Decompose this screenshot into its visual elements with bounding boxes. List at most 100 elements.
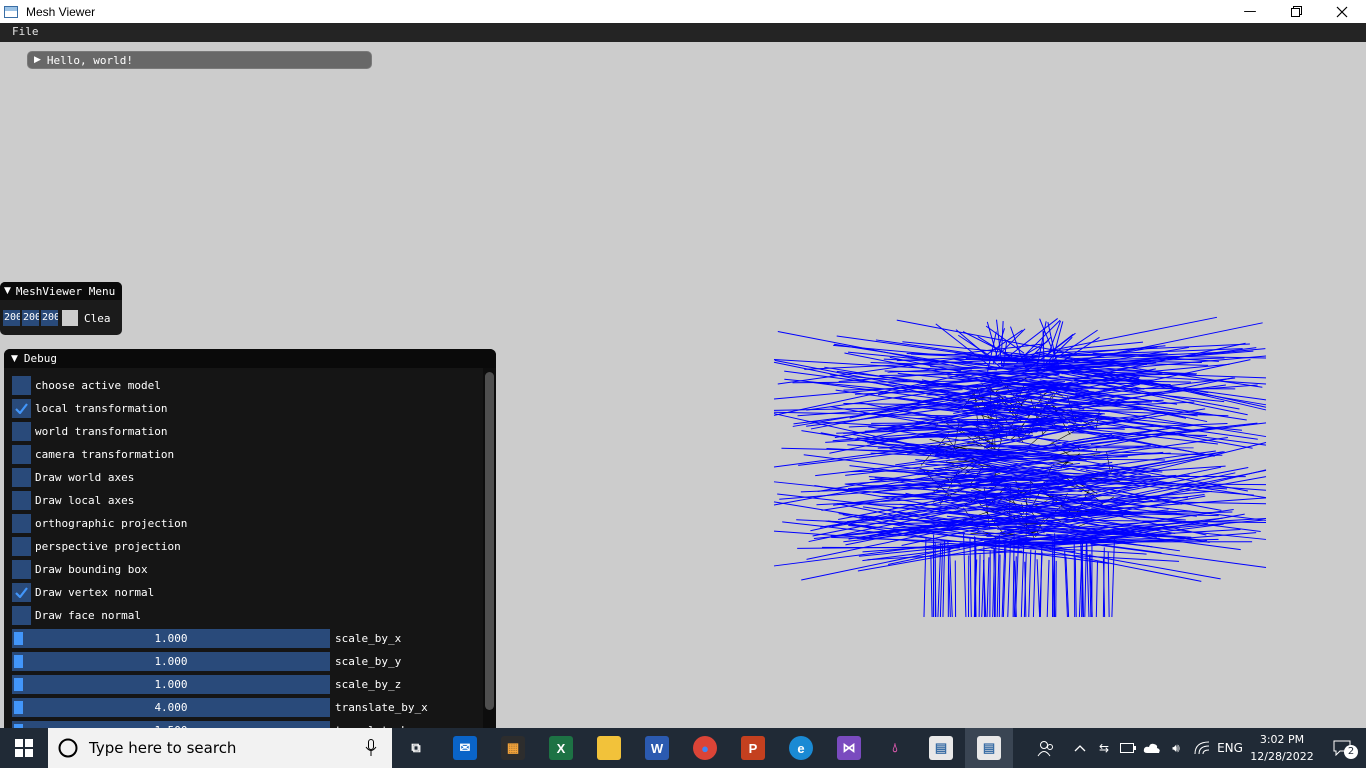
taskbar-powerpoint-icon[interactable]: P — [729, 728, 777, 768]
checkbox-row[interactable]: perspective projection — [12, 537, 181, 556]
wifi-icon[interactable] — [1192, 728, 1212, 768]
mesh-viewport-drawing — [773, 316, 1267, 618]
drag-float-slider[interactable]: 1.500 — [12, 721, 330, 728]
clock-date: 12/28/2022 — [1250, 750, 1314, 763]
vertex-normal-line — [998, 554, 1001, 618]
hello-window-header[interactable]: ▶ Hello, world! — [27, 51, 372, 69]
color-g-field[interactable]: 200 — [22, 310, 39, 326]
checkbox-row[interactable]: Draw face normal — [12, 606, 141, 625]
taskbar-paint-icon[interactable]: 💧︎ — [871, 728, 919, 768]
meshviewer-menu-header[interactable]: ▼ MeshViewer Menu — [0, 282, 122, 300]
checkbox-label: Draw face normal — [35, 609, 141, 622]
taskbar-word-icon[interactable]: W — [633, 728, 681, 768]
slider-row: 1.500translate_by_y — [12, 721, 428, 728]
vertex-normal-line — [978, 554, 981, 618]
taskbar-mail-icon[interactable]: ✉ — [441, 728, 489, 768]
menu-file[interactable]: File — [12, 25, 39, 38]
vertex-normal-line — [1032, 550, 1036, 618]
language-indicator[interactable]: ENG — [1215, 728, 1245, 768]
vertex-normal-line — [801, 546, 962, 581]
checkbox[interactable] — [12, 468, 31, 487]
vertex-normal-line — [930, 555, 933, 618]
collapse-arrow-icon[interactable]: ▼ — [4, 286, 11, 296]
checkbox-row[interactable]: Draw world axes — [12, 468, 134, 487]
checkbox[interactable] — [12, 537, 31, 556]
checkbox[interactable] — [12, 491, 31, 510]
taskbar-mesh-viewer-a-icon[interactable]: ▤ — [917, 728, 965, 768]
vertex-normal-line — [1007, 539, 1012, 618]
checkbox-row[interactable]: Draw local axes — [12, 491, 134, 510]
close-button[interactable] — [1319, 0, 1365, 23]
taskbar-visual-studio-icon[interactable]: ⋈ — [825, 728, 873, 768]
checkbox-row[interactable]: camera transformation — [12, 445, 174, 464]
slider-row: 1.000 scale_by_x — [12, 629, 401, 648]
debug-window-header[interactable]: ▼ Debug — [4, 349, 496, 368]
checkbox-checked[interactable] — [12, 583, 31, 602]
checkbox[interactable] — [12, 560, 31, 579]
checkbox-row[interactable]: Draw vertex normal — [12, 583, 154, 602]
vertex-normal-line — [1095, 560, 1099, 618]
checkbox-row[interactable]: local transformation — [12, 399, 167, 418]
vertex-normal-line — [1074, 557, 1077, 618]
color-r-field[interactable]: 200 — [3, 310, 20, 326]
cloud-icon[interactable] — [1142, 728, 1162, 768]
checkbox-row[interactable]: world transformation — [12, 422, 167, 441]
minimize-button[interactable]: — — [1227, 0, 1273, 23]
checkbox[interactable] — [12, 514, 31, 533]
taskbar-file-explorer-icon[interactable] — [585, 728, 633, 768]
vertex-normal-line — [942, 540, 946, 618]
debug-scrollbar[interactable] — [483, 368, 496, 728]
checkbox[interactable] — [12, 445, 31, 464]
checkbox[interactable] — [12, 422, 31, 441]
vertex-normal-line — [1086, 542, 1090, 618]
restore-button[interactable] — [1273, 0, 1319, 23]
vertex-normal-line — [1073, 535, 1076, 618]
checkbox-row[interactable]: Draw bounding box — [12, 560, 148, 579]
drag-float-slider[interactable]: 1.000 — [12, 629, 330, 648]
notification-count: 2 — [1344, 745, 1358, 759]
volume-icon[interactable]: 🔊︎ — [1166, 728, 1186, 768]
taskbar-mesh-viewer-b-icon[interactable]: ▤ — [965, 728, 1013, 768]
checkbox[interactable] — [12, 376, 31, 395]
vertex-normal-line — [1107, 551, 1110, 618]
taskbar-excel-icon[interactable]: X — [537, 728, 585, 768]
checkbox-row[interactable]: choose active model — [12, 376, 161, 395]
taskbar-task-view-icon[interactable]: ⧉ — [392, 728, 440, 768]
drag-float-slider[interactable]: 1.000 — [12, 675, 330, 694]
collapse-arrow-icon[interactable]: ▶ — [34, 55, 41, 65]
microphone-icon — [365, 739, 377, 756]
window-title: Mesh Viewer — [26, 4, 96, 19]
slider-row: 1.000 scale_by_z — [12, 675, 401, 694]
collapse-arrow-icon[interactable]: ▼ — [11, 354, 18, 364]
meshviewer-menu-title: MeshViewer Menu — [15, 284, 116, 298]
taskbar-chrome-icon[interactable]: ● — [681, 728, 729, 768]
mesh-edge — [1096, 448, 1098, 451]
close-icon — [1336, 6, 1348, 17]
clear-color-label: Clea — [84, 311, 111, 325]
people-icon[interactable] — [1030, 728, 1062, 768]
search-box[interactable]: Type here to search — [48, 728, 392, 768]
slider-label: translate_by_x — [335, 701, 428, 714]
clock[interactable]: 3:02 PM 12/28/2022 — [1246, 731, 1318, 765]
checkbox-row[interactable]: orthographic projection — [12, 514, 187, 533]
notification-center-button[interactable]: 2 — [1322, 728, 1362, 768]
start-button[interactable] — [0, 728, 48, 768]
drag-float-slider[interactable]: 4.000 — [12, 698, 330, 717]
scrollbar-thumb[interactable] — [485, 372, 494, 710]
chevron-up-icon[interactable] — [1070, 728, 1090, 768]
checkbox-label: world transformation — [35, 425, 168, 438]
color-b-field[interactable]: 200 — [41, 310, 58, 326]
slider-value: 1.500 — [12, 721, 330, 728]
taskbar-store-icon[interactable]: ▦ — [489, 728, 537, 768]
slider-value: 4.000 — [154, 701, 188, 714]
clear-color-swatch[interactable] — [62, 310, 78, 326]
battery-icon[interactable] — [1118, 728, 1138, 768]
windows-logo-icon — [15, 739, 33, 757]
checkbox-label: Draw world axes — [35, 471, 135, 484]
taskbar-edge-icon[interactable]: e — [777, 728, 825, 768]
restore-icon — [1290, 6, 1302, 17]
network-share-icon[interactable]: ⇆ — [1094, 728, 1114, 768]
drag-float-slider[interactable]: 1.000 — [12, 652, 330, 671]
checkbox-checked[interactable] — [12, 399, 31, 418]
checkbox[interactable] — [12, 606, 31, 625]
